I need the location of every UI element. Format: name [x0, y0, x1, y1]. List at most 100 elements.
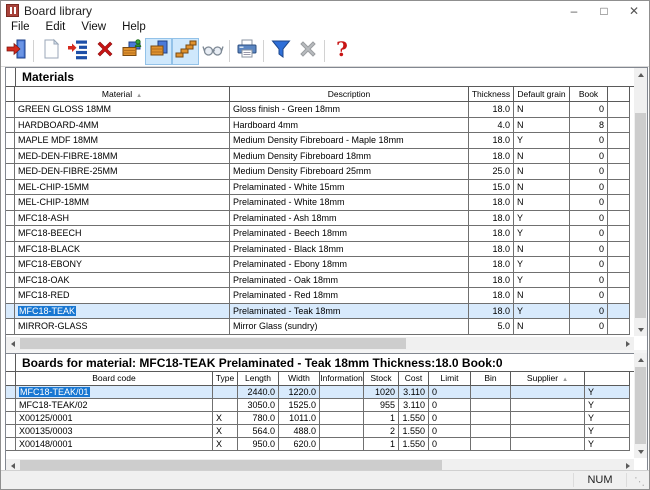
- materials-vertical-scrollbar[interactable]: [634, 68, 647, 336]
- material-cell-default_grain: N: [514, 288, 570, 304]
- material-row[interactable]: MFC18-OAKPrelaminated - Oak 18mm18.0Y0: [6, 273, 630, 289]
- boards-col-header-board-code[interactable]: Board code: [16, 372, 213, 386]
- row-selector-cell: [608, 195, 630, 211]
- board-cell-width: 1525.0: [279, 399, 320, 412]
- scroll-down-icon[interactable]: [634, 445, 647, 458]
- board-row[interactable]: X00135/0003X564.0488.021.5500Y: [6, 425, 630, 438]
- material-row[interactable]: MFC18-BEECHPrelaminated - Beech 18mm18.0…: [6, 226, 630, 242]
- materials-horizontal-scrollbar[interactable]: [6, 337, 634, 350]
- materials-col-header-book[interactable]: Book: [570, 87, 608, 102]
- board-cell-bin: [471, 438, 511, 451]
- material-row[interactable]: MFC18-BLACKPrelaminated - Black 18mm18.0…: [6, 242, 630, 258]
- row-selector-cell: [6, 257, 15, 273]
- boards-col-header-limit[interactable]: Limit: [429, 372, 471, 386]
- board-cell-cost: 3.110: [399, 386, 429, 399]
- boards-col-header-stock[interactable]: Stock: [364, 372, 399, 386]
- row-selector-cell: [6, 118, 15, 134]
- menu-view[interactable]: View: [73, 20, 114, 36]
- material-cell-thickness: 18.0: [469, 226, 514, 242]
- board-cell-length: 2440.0: [238, 386, 279, 399]
- material-row[interactable]: MED-DEN-FIBRE-25MMMedium Density Fibrebo…: [6, 164, 630, 180]
- materials-vscroll-thumb[interactable]: [635, 113, 646, 318]
- new-button[interactable]: [37, 38, 64, 65]
- board-row[interactable]: X00125/0001X780.01011.011.5500Y: [6, 412, 630, 425]
- material-cell-book: 0: [570, 304, 608, 320]
- row-selector-cell: [6, 226, 15, 242]
- print-button[interactable]: [233, 38, 260, 65]
- help-button[interactable]: ?: [328, 38, 355, 65]
- toolbar-separator: [263, 40, 264, 62]
- toolbar: ?: [1, 36, 649, 67]
- board-cell-limit: 0: [429, 399, 471, 412]
- material-row[interactable]: MFC18-EBONYPrelaminated - Ebony 18mm18.0…: [6, 257, 630, 273]
- board-row[interactable]: MFC18-TEAK/023050.01525.09553.1100Y: [6, 399, 630, 412]
- boards-button[interactable]: [145, 38, 172, 65]
- boards-col-header-type[interactable]: Type: [213, 372, 238, 386]
- material-row[interactable]: GREEN GLOSS 18MMGloss finish - Green 18m…: [6, 102, 630, 118]
- copy-board-button[interactable]: [118, 38, 145, 65]
- insert-button[interactable]: [64, 38, 91, 65]
- toolbar-separator: [324, 40, 325, 62]
- material-row[interactable]: MFC18-ASHPrelaminated - Ash 18mm18.0Y0: [6, 211, 630, 227]
- material-row[interactable]: MFC18-REDPrelaminated - Red 18mm18.0N0: [6, 288, 630, 304]
- board-row[interactable]: MFC18-TEAK/012440.01220.010203.1100Y: [6, 386, 630, 399]
- filter-button[interactable]: [267, 38, 294, 65]
- board-cell-width: 1011.0: [279, 412, 320, 425]
- boards-vscroll-thumb[interactable]: [635, 367, 646, 444]
- boards-col-header-supplier[interactable]: Supplier▲: [511, 372, 585, 386]
- maximize-button[interactable]: □: [589, 1, 619, 20]
- material-cell-thickness: 15.0: [469, 180, 514, 196]
- material-row[interactable]: MED-DEN-FIBRE-18MMMedium Density Fibrebo…: [6, 149, 630, 165]
- scroll-up-icon[interactable]: [634, 68, 647, 81]
- menubar: FileEditViewHelp: [1, 20, 154, 36]
- menu-edit[interactable]: Edit: [38, 20, 74, 36]
- row-selector-cell: [6, 211, 15, 227]
- board-cell-width: 620.0: [279, 438, 320, 451]
- boards-vertical-scrollbar[interactable]: [634, 353, 647, 458]
- material-cell-book: 0: [570, 226, 608, 242]
- boards-col-header-bin[interactable]: Bin: [471, 372, 511, 386]
- close-button[interactable]: ✕: [619, 1, 649, 20]
- row-selector-cell: [6, 149, 15, 165]
- material-row[interactable]: MFC18-TEAKPrelaminated - Teak 18mm18.0Y0: [6, 304, 630, 320]
- selected-cell-highlight: MFC18-TEAK: [18, 306, 76, 316]
- board-cell-length: 950.0: [238, 438, 279, 451]
- material-cell-default_grain: Y: [514, 257, 570, 273]
- boards-col-header-information[interactable]: Information: [320, 372, 364, 386]
- materials-col-header-default-grain[interactable]: Default grain: [514, 87, 570, 102]
- materials-hscroll-thumb[interactable]: [20, 338, 406, 349]
- toolbar-separator: [229, 40, 230, 62]
- material-cell-default_grain: Y: [514, 304, 570, 320]
- minimize-button[interactable]: –: [559, 1, 589, 20]
- materials-col-header-description[interactable]: Description: [230, 87, 469, 102]
- menu-help[interactable]: Help: [114, 20, 154, 36]
- material-cell-book: 0: [570, 273, 608, 289]
- scroll-left-icon[interactable]: [6, 337, 19, 350]
- boards-col-header-width[interactable]: Width: [279, 372, 320, 386]
- scroll-right-icon[interactable]: [621, 337, 634, 350]
- scroll-up-icon[interactable]: [634, 353, 647, 366]
- material-row[interactable]: HARDBOARD-4MMHardboard 4mm4.0N8: [6, 118, 630, 134]
- material-row[interactable]: MIRROR-GLASSMirror Glass (sundry)5.0N0: [6, 319, 630, 335]
- menu-file[interactable]: File: [3, 20, 38, 36]
- board-cell-type: [213, 399, 238, 412]
- material-row[interactable]: MEL-CHIP-18MMPrelaminated - White 18mm18…: [6, 195, 630, 211]
- row-selector-cell: [6, 438, 16, 451]
- material-row[interactable]: MAPLE MDF 18MMMedium Density Fibreboard …: [6, 133, 630, 149]
- material-cell-book: 0: [570, 288, 608, 304]
- scroll-down-icon[interactable]: [634, 323, 647, 336]
- materials-col-header-thickness[interactable]: Thickness: [469, 87, 514, 102]
- board-row[interactable]: X00148/0001X950.0620.011.5500Y: [6, 438, 630, 451]
- exit-button[interactable]: [3, 38, 30, 65]
- offcuts-button[interactable]: [172, 38, 199, 65]
- material-row[interactable]: MEL-CHIP-15MMPrelaminated - White 15mm15…: [6, 180, 630, 196]
- material-cell-material: MFC18-ASH: [15, 211, 230, 227]
- boards-panel-header: Boards for material: MFC18-TEAK Prelamin…: [6, 353, 634, 372]
- boards-col-header-length[interactable]: Length: [238, 372, 279, 386]
- row-selector-cell: [608, 319, 630, 335]
- resize-grip[interactable]: ⋱: [634, 475, 648, 489]
- materials-col-header-material[interactable]: Material▲: [15, 87, 230, 102]
- boards-col-header-cost[interactable]: Cost: [399, 372, 429, 386]
- delete-button[interactable]: [91, 38, 118, 65]
- preview-button[interactable]: [199, 38, 226, 65]
